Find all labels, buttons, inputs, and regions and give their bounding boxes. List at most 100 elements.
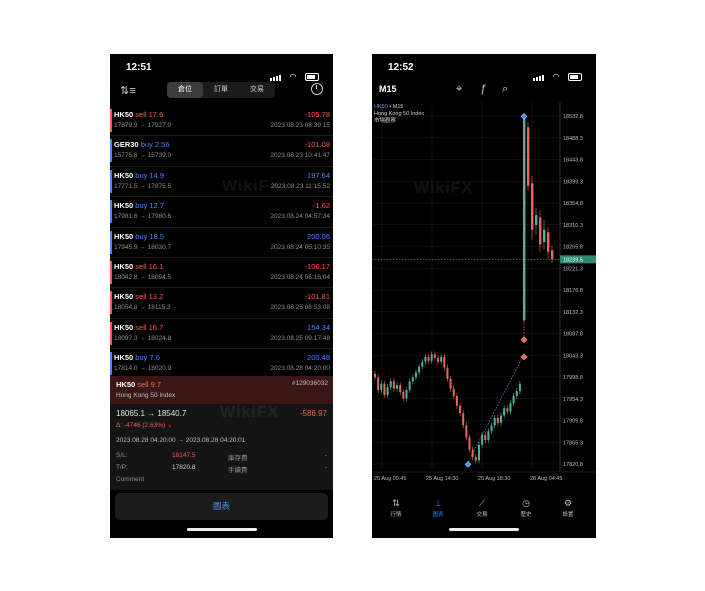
detail-comment-row: Comment (116, 476, 327, 483)
candle-body (427, 356, 430, 361)
candle-body (455, 395, 458, 406)
price-chart[interactable]: 18532.8 18488.3 18443.8 18399.3 18354.8 18310… (372, 102, 596, 492)
objects-icon[interactable]: ⌕ (502, 83, 508, 96)
sort-icon[interactable]: ⇅≡ (120, 84, 136, 97)
sl-label: S/L: (116, 452, 128, 459)
position-row[interactable]: HK50 buy 12.7 -1.62 17981.6 → 17980.6 2023.… (110, 197, 333, 228)
candle-body (380, 383, 383, 391)
price-tick-label: 18176.8 (563, 288, 583, 294)
side-indicator (110, 109, 112, 132)
position-symbol: HK50 (114, 170, 134, 180)
position-side: sell (135, 261, 147, 271)
tab-positions[interactable]: 倉位 (167, 82, 203, 98)
position-side: buy (140, 140, 153, 150)
position-row[interactable]: HK50 sell 17.6 -105.78 17879.9 → 17927.0 20… (110, 106, 333, 137)
candle-body (383, 383, 386, 395)
position-row[interactable]: HK50 sell 16.7 154.34 18097.3 → 18024.8 202… (110, 319, 333, 350)
status-time: 12:51 (126, 62, 152, 73)
candle-body (551, 250, 554, 260)
position-profit: -1.62 (312, 201, 330, 211)
candle-body (402, 392, 405, 399)
position-title: HK50 buy 18.5 (114, 232, 164, 241)
position-datetime: 2023.08.25 08:53:08 (270, 304, 330, 312)
position-profit: -101.81 (304, 292, 330, 302)
price-tick-label: 18087.8 (563, 332, 583, 338)
candle-body (377, 377, 380, 391)
sl-value: 18147.5 (172, 452, 196, 459)
tab-settings[interactable]: ⚙ 設置 (548, 498, 588, 518)
comment-label: Comment (116, 476, 145, 483)
position-volume: 17.6 (148, 110, 164, 119)
tab-icon: ⟋ (478, 498, 486, 508)
position-row[interactable]: HK50 buy 7.6 200.48 17814.0 → 18020.9 2023.… (110, 349, 333, 380)
detail-symbol: HK50 sell 9.7 (116, 380, 162, 389)
position-prices: 17814.0 → 18020.9 (114, 365, 172, 373)
candle-body (518, 383, 521, 392)
position-detail[interactable]: HK50 sell 9.7 #129036032 Hong Kong 50 In… (110, 376, 333, 490)
history-clock-icon[interactable] (311, 83, 323, 95)
status-bar: 12:52 ◠ (372, 54, 596, 81)
candle-body (515, 391, 518, 396)
tab-label: 交易 (476, 512, 488, 518)
trade-toolbar: ⇅≡ 倉位 訂單 交易 (110, 82, 333, 100)
candle-body (465, 425, 468, 438)
wifi-icon: ◠ (552, 72, 560, 81)
detail-sl-row: S/L: 18147.5 庫存費 - (116, 452, 327, 462)
phone-screen-positions: 12:51 ◠ ⇅≡ 倉位 訂單 交易 HK50 sell 17.6 -105.7… (110, 54, 333, 538)
position-row[interactable]: HK50 sell 16.1 -106.17 18042.8 → 18094.5 20… (110, 258, 333, 289)
tab-deals[interactable]: 交易 (239, 82, 275, 98)
tab-history[interactable]: ◷ 歷史 (506, 498, 546, 518)
chart-button[interactable]: 圖表 (115, 493, 328, 520)
position-profit: -105.78 (304, 110, 330, 119)
position-symbol: HK50 (114, 353, 134, 363)
position-side: buy (135, 353, 148, 363)
candle-body (493, 417, 496, 426)
battery-icon (568, 73, 582, 81)
candle-body (399, 385, 402, 393)
position-profit: 154.34 (307, 322, 330, 332)
price-tick-label: 17909.8 (563, 419, 583, 425)
candle-body (543, 229, 546, 243)
position-title: HK50 sell 17.6 (114, 110, 163, 119)
status-icons: ◠ (270, 63, 319, 81)
position-symbol: HK50 (114, 231, 134, 241)
time-tick-label: 28 Aug 04:45 (530, 476, 562, 482)
time-tick-label: 25 Aug 18:30 (478, 476, 510, 482)
tab-quotes[interactable]: ⇅ 行情 (376, 498, 416, 518)
candle-body (446, 367, 449, 379)
position-volume: 2.56 (154, 140, 170, 150)
side-indicator (110, 139, 112, 163)
position-title: GER30 buy 2.56 (114, 140, 170, 149)
candle-body (440, 356, 443, 362)
indicator-f-icon[interactable]: ƒ (480, 83, 486, 95)
crosshair-icon[interactable]: ⌖ (456, 83, 462, 96)
candle-body (512, 395, 515, 404)
signal-icon (270, 78, 273, 81)
detail-delta[interactable]: Δ: -4746 (2.63%) ⌄ (116, 421, 172, 429)
tab-chart[interactable]: ⟘ 圖表 (418, 498, 458, 518)
detail-prices: 18065.1 → 18540.7 (116, 409, 187, 418)
position-side: sell (135, 322, 147, 332)
timeframe-button[interactable]: M15 (379, 84, 397, 94)
price-tick-label: 18043.3 (563, 353, 583, 359)
chart-symbol: HK50 (374, 104, 388, 110)
position-symbol: HK50 (114, 201, 134, 211)
home-indicator (449, 528, 519, 531)
position-row[interactable]: HK50 sell 13.2 -101.81 18054.8 → 18115.3 20… (110, 288, 333, 319)
home-indicator (186, 528, 257, 531)
time-tick-label: 25 Aug 09:45 (374, 476, 406, 482)
chart-watch-label: 市場觀察 (374, 118, 397, 124)
candlestick-chart[interactable]: 18532.8 18488.3 18443.8 18399.3 18354.8 18310… (372, 102, 596, 492)
time-tick-label: 25 Aug 14:30 (426, 476, 458, 482)
detail-times: 2023.08.28 04:20:00 → 2023.08.28 04:20:0… (116, 437, 246, 444)
position-row[interactable]: HK50 buy 14.9 197.64 17771.5 → 17875.5 2023… (110, 167, 333, 198)
side-indicator (110, 230, 112, 254)
tab-label: 設置 (562, 512, 574, 518)
price-tick-label: 17865.3 (563, 440, 583, 446)
position-row[interactable]: HK50 buy 18.5 200.06 17945.9 → 18030.7 2023… (110, 228, 333, 258)
tab-orders[interactable]: 訂單 (203, 82, 239, 98)
position-row[interactable]: GER30 buy 2.56 -101.08 15775.8 → 15739.0 20… (110, 136, 333, 167)
wifi-icon: ◠ (289, 72, 297, 81)
position-side: buy (135, 201, 148, 211)
tab-trade[interactable]: ⟋ 交易 (462, 498, 502, 518)
